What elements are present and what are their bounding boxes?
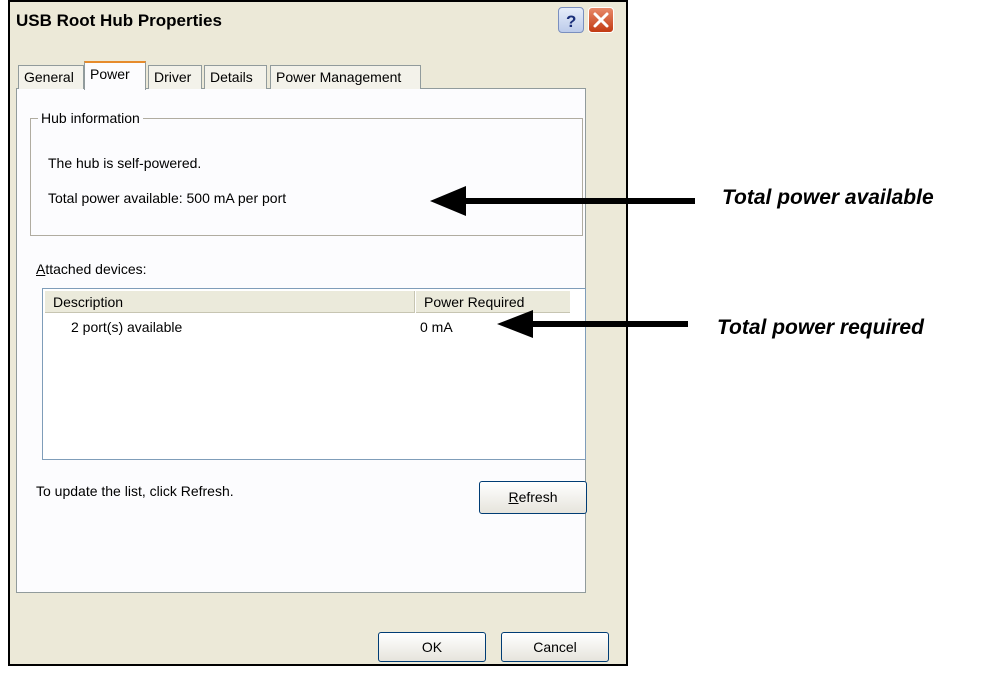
callout-total-available: Total power available xyxy=(722,186,934,209)
arrow-total-available xyxy=(430,186,695,216)
callout-total-required: Total power required xyxy=(717,316,924,339)
tab-power[interactable]: Power xyxy=(84,61,146,90)
arrow-total-required xyxy=(497,310,688,338)
